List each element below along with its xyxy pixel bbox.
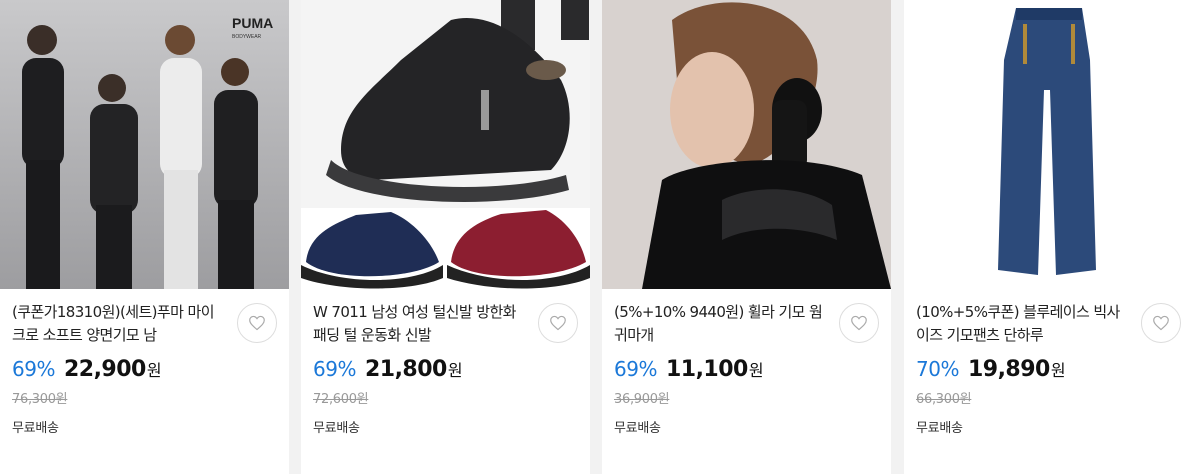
product-image[interactable]	[904, 0, 1193, 289]
currency-label: 원	[146, 361, 162, 380]
wishlist-button[interactable]	[237, 303, 277, 343]
puma-logo-text: PUMA	[232, 15, 273, 31]
product-info: (5%+10% 9440원) 휠라 기모 웜 귀마개 69% 11,100 원 …	[602, 289, 891, 474]
product-title[interactable]: (쿠폰가18310원)(세트)푸마 마이크로 소프트 양면기모 남	[12, 301, 224, 347]
svg-text:BODYWEAR: BODYWEAR	[232, 34, 262, 40]
heart-icon	[249, 315, 265, 331]
product-info: (쿠폰가18310원)(세트)푸마 마이크로 소프트 양면기모 남 69% 22…	[0, 289, 289, 474]
product-card[interactable]: W 7011 남성 여성 털신발 방한화 패딩 털 운동화 신발 69% 21,…	[301, 0, 590, 474]
wishlist-button[interactable]	[839, 303, 879, 343]
product-info: W 7011 남성 여성 털신발 방한화 패딩 털 운동화 신발 69% 21,…	[301, 289, 590, 474]
original-price: 36,900원	[614, 392, 670, 407]
discount-rate: 69%	[12, 357, 55, 381]
original-price: 66,300원	[916, 392, 972, 407]
product-image[interactable]	[602, 0, 891, 289]
currency-label: 원	[447, 361, 463, 380]
sale-price: 11,100	[665, 357, 748, 382]
heart-icon	[550, 315, 566, 331]
sale-price: 19,890	[967, 357, 1050, 382]
product-title[interactable]: W 7011 남성 여성 털신발 방한화 패딩 털 운동화 신발	[313, 301, 525, 347]
currency-label: 원	[748, 361, 764, 380]
price-row: 70% 19,890 원	[916, 357, 1181, 387]
wishlist-button[interactable]	[538, 303, 578, 343]
discount-rate: 70%	[916, 357, 959, 381]
product-card[interactable]: (10%+5%쿠폰) 블루레이스 빅사이즈 기모팬츠 단하루 70% 19,89…	[904, 0, 1193, 474]
price-row: 69% 11,100 원	[614, 357, 879, 387]
heart-icon	[851, 315, 867, 331]
price-row: 69% 22,900 원	[12, 357, 277, 387]
discount-rate: 69%	[313, 357, 356, 381]
sale-price: 21,800	[364, 357, 447, 382]
product-title[interactable]: (5%+10% 9440원) 휠라 기모 웜 귀마개	[614, 301, 826, 347]
currency-label: 원	[1050, 361, 1066, 380]
price-row: 69% 21,800 원	[313, 357, 578, 387]
sale-price: 22,900	[63, 357, 146, 382]
shipping-label: 무료배송	[313, 421, 360, 436]
original-price: 76,300원	[12, 392, 68, 407]
product-card[interactable]: (5%+10% 9440원) 휠라 기모 웜 귀마개 69% 11,100 원 …	[602, 0, 891, 474]
discount-rate: 69%	[614, 357, 657, 381]
shipping-label: 무료배송	[614, 421, 661, 436]
product-image[interactable]: PUMA BODYWEAR	[0, 0, 289, 289]
shipping-label: 무료배송	[12, 421, 59, 436]
product-info: (10%+5%쿠폰) 블루레이스 빅사이즈 기모팬츠 단하루 70% 19,89…	[904, 289, 1193, 474]
product-grid: PUMA BODYWEAR (쿠폰가18310원)(세트)푸마 마이크로 소프트…	[0, 0, 1193, 474]
original-price: 72,600원	[313, 392, 369, 407]
shipping-label: 무료배송	[916, 421, 963, 436]
product-card[interactable]: PUMA BODYWEAR (쿠폰가18310원)(세트)푸마 마이크로 소프트…	[0, 0, 289, 474]
heart-icon	[1153, 315, 1169, 331]
product-image[interactable]	[301, 0, 590, 289]
product-title[interactable]: (10%+5%쿠폰) 블루레이스 빅사이즈 기모팬츠 단하루	[916, 301, 1128, 347]
wishlist-button[interactable]	[1141, 303, 1181, 343]
